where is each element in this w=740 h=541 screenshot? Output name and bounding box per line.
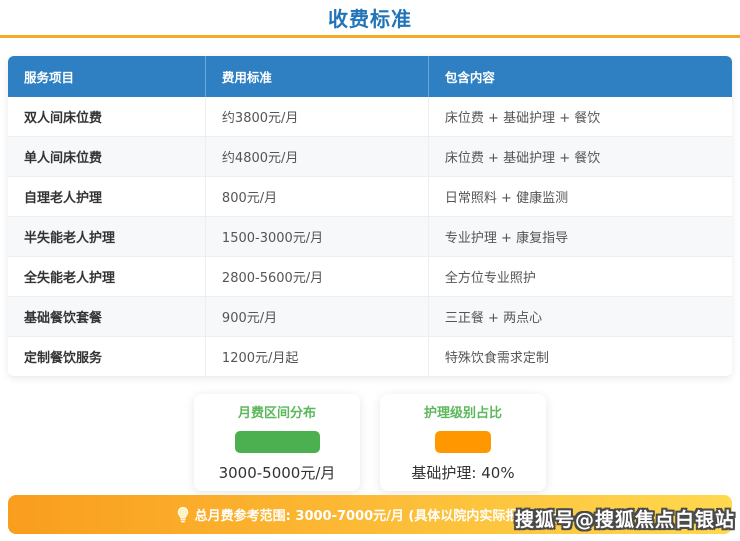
service-item-cell: 单人间床位费 xyxy=(8,137,205,177)
service-item-cell: 半失能老人护理 xyxy=(8,217,205,257)
included-content-cell: 特殊饮食需求定制 xyxy=(428,337,732,377)
table-row: 单人间床位费约4800元/月床位费 + 基础护理 + 餐饮 xyxy=(8,137,732,177)
card-title: 月费区间分布 xyxy=(238,402,316,421)
table-row: 定制餐饮服务1200元/月起特殊饮食需求定制 xyxy=(8,337,732,377)
table-row: 双人间床位费约3800元/月床位费 + 基础护理 + 餐饮 xyxy=(8,97,732,137)
fee-table: 服务项目 费用标准 包含内容 双人间床位费约3800元/月床位费 + 基础护理 … xyxy=(8,56,732,377)
card-value: 3000-5000元/月 xyxy=(219,462,336,483)
header-fee-standard: 费用标准 xyxy=(205,56,428,97)
card-bar xyxy=(435,431,491,453)
included-content-cell: 日常照料 + 健康监测 xyxy=(428,177,732,217)
included-content-cell: 三正餐 + 两点心 xyxy=(428,297,732,337)
care-level-ratio-card: 护理级别占比基础护理: 40% xyxy=(380,394,546,491)
summary-cards: 月费区间分布 3000-5000元/月 护理级别占比基础护理: 40% xyxy=(0,394,740,491)
included-content-cell: 专业护理 + 康复指导 xyxy=(428,217,732,257)
card-title: 护理级别占比 xyxy=(424,402,502,421)
service-item-cell: 定制餐饮服务 xyxy=(8,337,205,377)
table-row: 全失能老人护理2800-5600元/月全方位专业照护 xyxy=(8,257,732,297)
service-item-cell: 自理老人护理 xyxy=(8,177,205,217)
banner-text: 总月费参考范围: 3000-7000元/月 (具体以院内实际报价为准) xyxy=(195,505,564,524)
card-bar xyxy=(235,431,320,453)
table-row: 半失能老人护理1500-3000元/月专业护理 + 康复指导 xyxy=(8,217,732,257)
fee-standard-cell: 800元/月 xyxy=(205,177,428,217)
card-value: 基础护理: 40% xyxy=(411,462,514,483)
fee-standard-cell: 约3800元/月 xyxy=(205,97,428,137)
fee-standard-cell: 900元/月 xyxy=(205,297,428,337)
watermark: 搜狐号@搜狐焦点白银站 xyxy=(515,505,735,532)
fee-standard-cell: 2800-5600元/月 xyxy=(205,257,428,297)
service-item-cell: 基础餐饮套餐 xyxy=(8,297,205,337)
header-included-content: 包含内容 xyxy=(428,56,732,97)
table-row: 基础餐饮套餐900元/月三正餐 + 两点心 xyxy=(8,297,732,337)
included-content-cell: 全方位专业照护 xyxy=(428,257,732,297)
header-service-item: 服务项目 xyxy=(8,56,205,97)
page-title: 收费标准 xyxy=(0,0,740,35)
lightbulb-icon xyxy=(177,507,189,523)
table-row: 自理老人护理800元/月日常照料 + 健康监测 xyxy=(8,177,732,217)
fee-standard-page: 收费标准 服务项目 费用标准 包含内容 双人间床位费约3800元/月床位费 + … xyxy=(0,0,740,491)
title-divider xyxy=(0,35,740,38)
monthly-fee-range-card: 月费区间分布 3000-5000元/月 xyxy=(194,394,360,491)
service-item-cell: 双人间床位费 xyxy=(8,97,205,137)
included-content-cell: 床位费 + 基础护理 + 餐饮 xyxy=(428,97,732,137)
service-item-cell: 全失能老人护理 xyxy=(8,257,205,297)
table-header-row: 服务项目 费用标准 包含内容 xyxy=(8,56,732,97)
fee-standard-cell: 约4800元/月 xyxy=(205,137,428,177)
fee-standard-cell: 1200元/月起 xyxy=(205,337,428,377)
included-content-cell: 床位费 + 基础护理 + 餐饮 xyxy=(428,137,732,177)
fee-standard-cell: 1500-3000元/月 xyxy=(205,217,428,257)
